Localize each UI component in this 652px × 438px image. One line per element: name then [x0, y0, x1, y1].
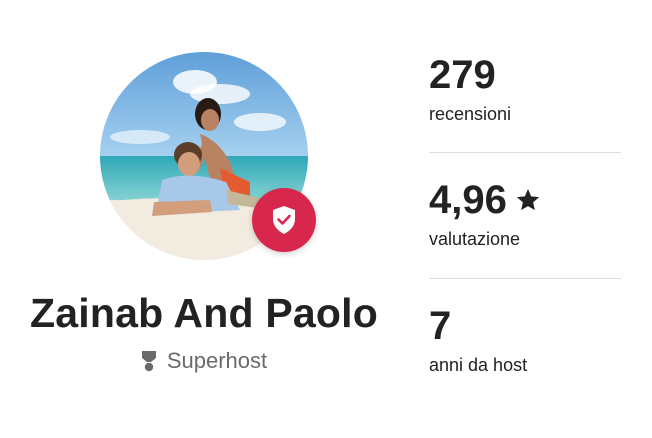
star-icon [516, 188, 540, 211]
shield-check-icon [273, 206, 295, 234]
rating-value: 4,96 [429, 178, 507, 222]
divider [429, 152, 621, 153]
superhost-label: Superhost [166, 348, 268, 373]
reviews-count: 279 [429, 53, 496, 97]
years-hosting-label: anni da host [429, 355, 528, 375]
host-identity: Zainab And Paolo Superhost [0, 0, 410, 438]
years-hosting-value: 7 [429, 304, 452, 348]
rating-label: valutazione [429, 229, 521, 249]
reviews-label: recensioni [429, 104, 512, 124]
verified-badge [252, 188, 316, 252]
superhost-badge: Superhost [0, 348, 408, 374]
stat-reviews[interactable]: 279 recensioni [429, 52, 621, 125]
superhost-icon [141, 351, 156, 372]
host-profile-card: Zainab And Paolo Superhost 279 recension… [0, 0, 652, 438]
stat-years-hosting: 7 anni da host [429, 303, 621, 376]
divider [429, 278, 621, 279]
stat-rating: 4,96 valutazione [429, 177, 621, 250]
host-name: Zainab And Paolo [30, 290, 378, 336]
